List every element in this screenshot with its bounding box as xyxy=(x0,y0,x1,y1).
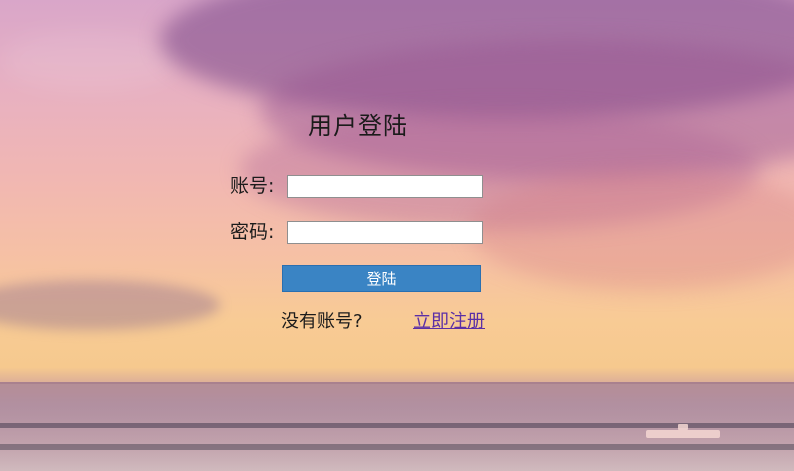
account-input[interactable] xyxy=(287,175,483,198)
account-label: 账号: xyxy=(230,175,275,197)
no-account-text: 没有账号? xyxy=(281,311,363,332)
login-button[interactable]: 登陆 xyxy=(282,265,481,292)
password-label: 密码: xyxy=(230,221,275,243)
login-page-background: 用户登陆 账号: 密码: 登陆 没有账号? 立即注册 xyxy=(0,0,794,471)
register-link[interactable]: 立即注册 xyxy=(413,310,485,334)
password-input[interactable] xyxy=(287,221,483,244)
login-form: 用户登陆 账号: 密码: 登陆 没有账号? 立即注册 xyxy=(0,0,794,471)
page-title: 用户登陆 xyxy=(308,112,408,140)
